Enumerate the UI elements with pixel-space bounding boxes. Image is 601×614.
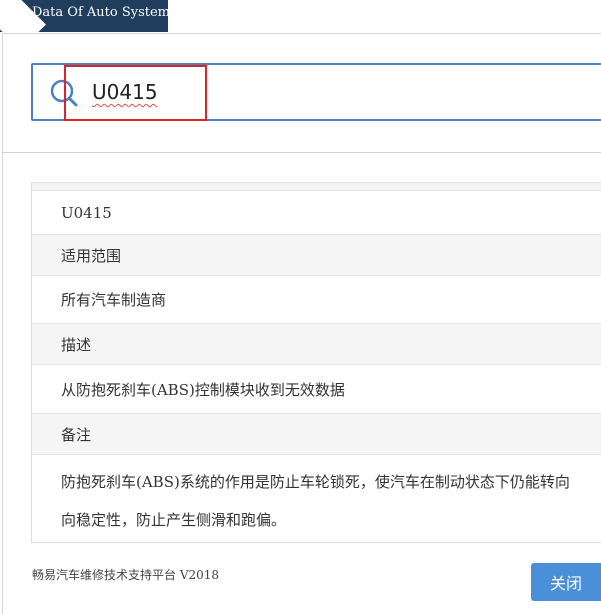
- scope-label-row: 适用范围: [32, 235, 601, 276]
- table-cap: [32, 183, 601, 191]
- notes-line-2: 向稳定性，防止产生侧滑和跑偏。: [61, 511, 287, 529]
- result-table: U0415 适用范围 所有汽车制造商 描述 从防抱死刹车(ABS)控制模块收到无…: [31, 182, 601, 543]
- notes-value-row: 防抱死刹车(ABS)系统的作用是防止车轮锁死，使汽车在制动状态下仍能转向 向稳定…: [32, 455, 601, 539]
- app-header-tab: Data Of Auto System: [0, 0, 168, 32]
- desc-label-row: 描述: [32, 324, 601, 365]
- section-divider: [2, 152, 601, 153]
- scope-value-row: 所有汽车制造商: [32, 276, 601, 324]
- desc-label: 描述: [61, 335, 92, 354]
- highlight-annotation-box: [64, 65, 207, 121]
- scope-value: 所有汽车制造商: [61, 291, 167, 309]
- close-button[interactable]: 关闭: [531, 563, 601, 601]
- scope-label: 适用范围: [61, 246, 122, 265]
- desc-value: 从防抱死刹车(ABS)控制模块收到无效数据: [61, 380, 345, 399]
- notes-line-1: 防抱死刹车(ABS)系统的作用是防止车轮锁死，使汽车在制动状态下仍能转向: [61, 473, 570, 491]
- code-value: U0415: [61, 203, 112, 222]
- platform-footer-text: 畅易汽车维修技术支持平台 V2018: [32, 568, 220, 582]
- notes-label-row: 备注: [32, 414, 601, 455]
- top-bar: Data Of Auto System: [0, 0, 601, 33]
- app-title: Data Of Auto System: [32, 5, 168, 20]
- notes-label: 备注: [61, 425, 92, 444]
- desc-value-row: 从防抱死刹车(ABS)控制模块收到无效数据: [32, 365, 601, 414]
- code-row: U0415: [32, 191, 601, 235]
